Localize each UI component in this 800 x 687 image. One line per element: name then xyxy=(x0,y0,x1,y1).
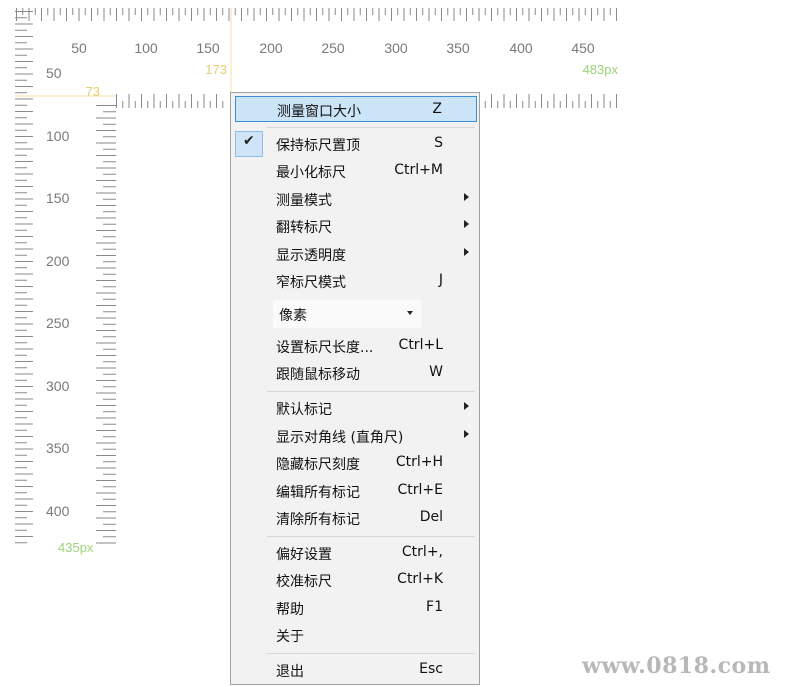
menu-item-shortcut: Del xyxy=(419,509,443,525)
left-ruler-label: 100 xyxy=(46,128,70,144)
menu-item-show-diagonal[interactable]: 显示对角线 (直角尺) xyxy=(235,423,477,449)
menu-item-flip-ruler[interactable]: 翻转标尺 xyxy=(235,213,477,239)
submenu-arrow-icon xyxy=(464,193,469,201)
menu-item-shortcut: S xyxy=(434,135,443,151)
top-ruler-label: 100 xyxy=(134,40,158,56)
left-ruler-label: 400 xyxy=(46,503,70,519)
menu-item-narrow-mode[interactable]: 窄标尺模式 J xyxy=(235,268,477,294)
menu-item-shortcut: W xyxy=(429,364,443,380)
menu-item-label: 退出 xyxy=(276,664,304,680)
menu-item-label: 最小化标尺 xyxy=(276,165,346,181)
left-ruler-ticks xyxy=(15,11,33,544)
menu-item-label: 编辑所有标记 xyxy=(276,485,360,501)
menu-item-label: 偏好设置 xyxy=(276,547,332,563)
menu-item-label: 隐藏标尺刻度 xyxy=(276,457,360,473)
menu-item-label: 校准标尺 xyxy=(276,574,332,590)
left-ruler-label: 250 xyxy=(46,315,70,331)
menu-separator xyxy=(267,127,475,128)
menu-item-shortcut: Ctrl+E xyxy=(397,482,444,498)
submenu-arrow-icon xyxy=(464,248,469,256)
menu-item-measure-mode[interactable]: 测量模式 xyxy=(235,186,477,212)
menu-item-shortcut: Ctrl+H xyxy=(395,454,443,470)
menu-item-measure-window[interactable]: 测量窗口大小 Z xyxy=(235,96,477,122)
menu-item-label: 帮助 xyxy=(276,602,304,618)
submenu-arrow-icon xyxy=(464,430,469,438)
menu-item-shortcut: Ctrl+K xyxy=(397,571,443,587)
menu-item-help[interactable]: 帮助 F1 xyxy=(235,595,477,621)
top-ruler-label: 250 xyxy=(321,40,345,56)
top-ruler-ticks xyxy=(16,8,617,21)
menu-item-label: 翻转标尺 xyxy=(276,220,332,236)
menu-separator xyxy=(267,653,475,654)
menu-item-label: 关于 xyxy=(276,629,304,645)
menu-item-label: 测量窗口大小 xyxy=(277,104,361,120)
menu-item-clear-marks[interactable]: 清除所有标记 Del xyxy=(235,505,477,531)
menu-item-label: 默认标记 xyxy=(276,402,332,418)
menu-item-calibrate[interactable]: 校准标尺 Ctrl+K xyxy=(235,567,477,593)
top-ruler-label: 50 xyxy=(71,40,87,56)
menu-item-label: 清除所有标记 xyxy=(276,512,360,528)
unit-select-value: 像素 xyxy=(279,308,307,324)
menu-item-edit-marks[interactable]: 编辑所有标记 Ctrl+E xyxy=(235,478,477,504)
menu-separator xyxy=(267,536,475,537)
menu-item-shortcut: Esc xyxy=(419,661,443,677)
menu-item-shortcut: J xyxy=(438,272,443,288)
left-ruler-label: 200 xyxy=(46,253,70,269)
menu-item-shortcut: Ctrl+L xyxy=(398,337,443,353)
menu-item-shortcut: Z xyxy=(432,101,442,117)
ruler-context-menu: 测量窗口大小 Z ✔ 保持标尺置顶 S 最小化标尺 Ctrl+M 测量模式 翻转… xyxy=(230,92,480,685)
inner-vertical-ruler-ticks xyxy=(96,105,116,544)
menu-item-label: 窄标尺模式 xyxy=(276,275,346,291)
menu-item-follow-mouse[interactable]: 跟随鼠标移动 W xyxy=(235,360,477,386)
menu-item-label: 跟随鼠标移动 xyxy=(276,367,360,383)
menu-item-set-length[interactable]: 设置标尺长度... Ctrl+L xyxy=(235,333,477,359)
menu-item-exit[interactable]: 退出 Esc xyxy=(235,657,477,683)
top-ruler-label: 400 xyxy=(509,40,533,56)
menu-item-label: 设置标尺长度... xyxy=(276,340,374,356)
menu-item-label: 显示透明度 xyxy=(276,248,346,264)
left-ruler-label: 350 xyxy=(46,440,70,456)
menu-item-shortcut: Ctrl+M xyxy=(394,162,443,178)
menu-item-shortcut: F1 xyxy=(426,599,443,615)
left-ruler-label: 300 xyxy=(46,378,70,394)
watermark: www.0818.com xyxy=(582,653,771,679)
menu-separator xyxy=(267,391,475,392)
left-ruler-label: 50 xyxy=(46,65,62,81)
menu-item-hide-ticks[interactable]: 隐藏标尺刻度 Ctrl+H xyxy=(235,450,477,476)
menu-item-label: 显示对角线 (直角尺) xyxy=(276,430,404,446)
top-ruler-label: 150 xyxy=(196,40,220,56)
y-position-marker: 73 xyxy=(86,84,100,99)
submenu-arrow-icon xyxy=(464,402,469,410)
unit-select[interactable]: 像素 xyxy=(273,300,421,328)
menu-item-preferences[interactable]: 偏好设置 Ctrl+, xyxy=(235,540,477,566)
menu-item-shortcut: Ctrl+, xyxy=(401,544,443,560)
menu-item-label: 保持标尺置顶 xyxy=(276,138,360,154)
menu-item-label: 测量模式 xyxy=(276,193,332,209)
chevron-down-icon xyxy=(407,311,413,315)
menu-item-transparency[interactable]: 显示透明度 xyxy=(235,241,477,267)
top-ruler-label: 200 xyxy=(259,40,283,56)
top-ruler-label: 450 xyxy=(571,40,595,56)
top-ruler-label: 300 xyxy=(384,40,408,56)
checkmark-icon: ✔ xyxy=(235,131,263,157)
x-position-marker: 173 xyxy=(205,62,227,77)
width-readout: 483px xyxy=(583,62,619,77)
submenu-arrow-icon xyxy=(464,220,469,228)
top-ruler-label: 350 xyxy=(446,40,470,56)
menu-item-keep-on-top[interactable]: ✔ 保持标尺置顶 S xyxy=(235,131,477,157)
menu-item-about[interactable]: 关于 xyxy=(235,622,477,648)
menu-item-minimize-ruler[interactable]: 最小化标尺 Ctrl+M xyxy=(235,158,477,184)
menu-item-default-marks[interactable]: 默认标记 xyxy=(235,395,477,421)
left-ruler-label: 150 xyxy=(46,190,70,206)
height-readout: 435px xyxy=(58,540,94,555)
